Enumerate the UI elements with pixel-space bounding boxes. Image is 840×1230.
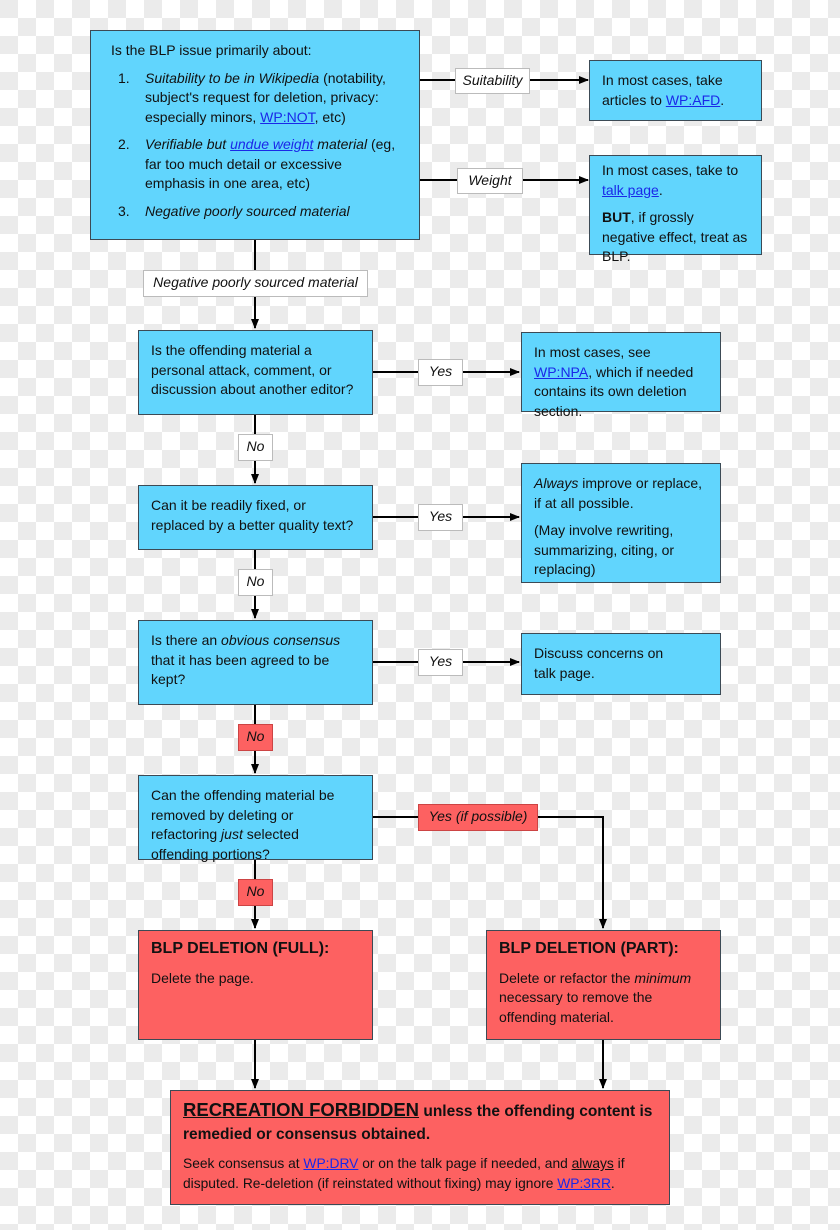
wp-afd-link[interactable]: WP:AFD xyxy=(666,92,720,108)
blp-deletion-part-title: BLP DELETION (PART): xyxy=(499,940,679,957)
recreation-forbidden-title: RECREATION FORBIDDEN xyxy=(183,1099,420,1120)
option-negative: 3. Negative poorly sourced material xyxy=(118,202,350,219)
talk-page-link[interactable]: talk page xyxy=(602,182,659,198)
wp-not-link[interactable]: WP:NOT xyxy=(260,109,314,125)
improve-box: Always improve or replace, if at all pos… xyxy=(521,463,721,583)
label-yes-1: Yes xyxy=(418,359,463,386)
wp-3rr-link[interactable]: WP:3RR xyxy=(557,1176,611,1191)
wp-npa-link[interactable]: WP:NPA xyxy=(534,364,588,380)
question-partial-removal: Can the offending material be removed by… xyxy=(138,775,373,862)
afd-box: In most cases, take articles to WP:AFD. xyxy=(589,60,762,121)
talk-page-box: In most cases, take to talk page. BUT, i… xyxy=(589,155,762,264)
recreation-forbidden-box: RECREATION FORBIDDEN unless the offendin… xyxy=(170,1090,670,1205)
label-yes-if-possible: Yes (if possible) xyxy=(418,804,538,831)
label-yes-3: Yes xyxy=(418,649,463,676)
blp-issue-question: Is the BLP issue primarily about: xyxy=(111,42,312,58)
blp-deletion-part-box: BLP DELETION (PART): Delete or refactor … xyxy=(486,930,721,1040)
option-suitability: 1. Suitability to be in Wikipedia (notab… xyxy=(118,69,386,125)
label-no-4: No xyxy=(238,879,273,906)
label-no-1: No xyxy=(238,434,273,461)
blp-deletion-full-box: BLP DELETION (FULL): Delete the page. xyxy=(138,930,373,1040)
label-yes-2: Yes xyxy=(418,504,463,531)
arrow-q4-yes xyxy=(373,816,607,929)
blp-deletion-full-title: BLP DELETION (FULL): xyxy=(151,940,330,957)
label-weight: Weight xyxy=(457,168,523,194)
question-readily-fixed: Can it be readily fixed, or replaced by … xyxy=(138,485,373,550)
option-weight: 2. Verifiable but undue weight material … xyxy=(118,136,396,191)
wp-drv-link[interactable]: WP:DRV xyxy=(303,1156,358,1171)
question-personal-attack: Is the offending material a personal att… xyxy=(138,330,373,415)
discuss-box: Discuss concerns on talk page. xyxy=(521,633,721,695)
label-suitability: Suitability xyxy=(455,68,530,94)
blp-issue-box: Is the BLP issue primarily about: 1. Sui… xyxy=(90,30,420,240)
npa-box: In most cases, see WP:NPA, which if need… xyxy=(521,332,721,419)
undue-weight-link[interactable]: undue weight xyxy=(230,136,313,152)
question-consensus: Is there an obvious consensus that it ha… xyxy=(138,620,373,705)
label-no-2: No xyxy=(238,569,273,596)
label-no-3: No xyxy=(238,724,273,751)
label-negative: Negative poorly sourced material xyxy=(143,270,368,297)
